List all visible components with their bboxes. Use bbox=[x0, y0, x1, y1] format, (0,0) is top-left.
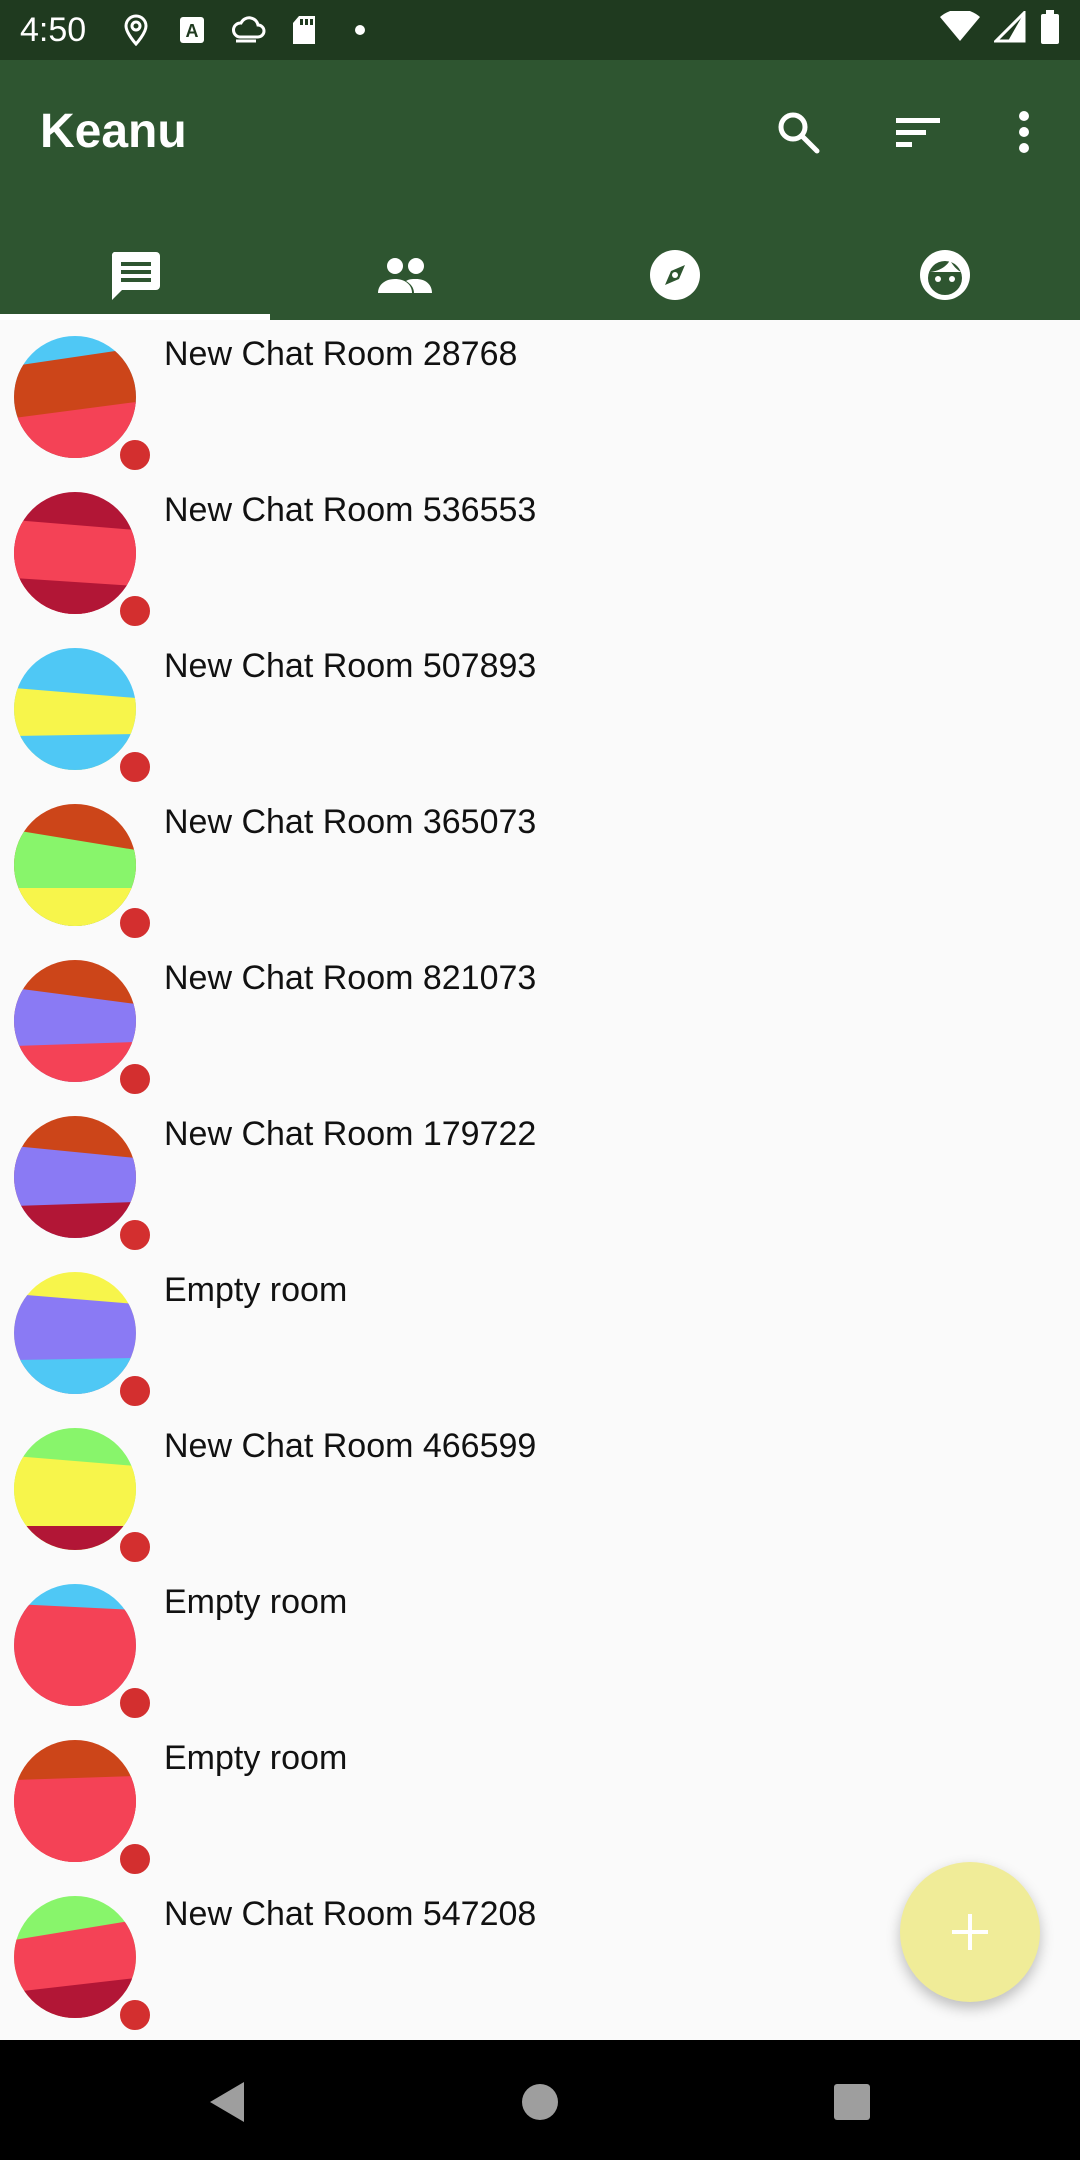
app-bar: Keanu bbox=[0, 60, 1080, 320]
room-avatar bbox=[14, 804, 136, 926]
unread-indicator bbox=[118, 1374, 152, 1408]
more-options-button[interactable] bbox=[992, 100, 1056, 164]
room-avatar bbox=[14, 492, 136, 614]
room-name: New Chat Room 507893 bbox=[164, 647, 537, 685]
room-row[interactable]: New Chat Room 28768 bbox=[0, 320, 1080, 476]
room-row[interactable]: New Chat Room 179722 bbox=[0, 1100, 1080, 1256]
plus-icon bbox=[952, 1914, 988, 1950]
room-avatar bbox=[14, 1428, 136, 1550]
room-name: New Chat Room 466599 bbox=[164, 1427, 537, 1465]
unread-indicator bbox=[118, 1686, 152, 1720]
unread-indicator bbox=[118, 1530, 152, 1564]
room-row[interactable]: New Chat Room 507893 bbox=[0, 632, 1080, 788]
cloud-sync-icon bbox=[230, 12, 266, 48]
back-button[interactable] bbox=[196, 2070, 260, 2134]
unread-indicator bbox=[118, 750, 152, 784]
room-name: New Chat Room 536553 bbox=[164, 491, 537, 529]
room-avatar bbox=[14, 1896, 136, 2018]
people-icon bbox=[378, 258, 432, 293]
home-button[interactable] bbox=[508, 2070, 572, 2134]
room-row[interactable]: Empty room bbox=[0, 1724, 1080, 1880]
room-avatar bbox=[14, 1584, 136, 1706]
room-row[interactable]: New Chat Room 365073 bbox=[0, 788, 1080, 944]
room-row[interactable]: Empty room bbox=[0, 1256, 1080, 1412]
room-name: Empty room bbox=[164, 1739, 348, 1777]
room-avatar bbox=[14, 336, 136, 458]
tab-bar bbox=[0, 230, 1080, 320]
recents-button[interactable] bbox=[820, 2070, 884, 2134]
room-row[interactable]: New Chat Room 821073 bbox=[0, 944, 1080, 1100]
tab-profile[interactable] bbox=[810, 230, 1080, 320]
status-bar: 4:50 A bbox=[0, 0, 1080, 60]
room-avatar bbox=[14, 1740, 136, 1862]
app-title: Keanu bbox=[40, 105, 187, 158]
room-avatar bbox=[14, 1116, 136, 1238]
navigation-bar bbox=[0, 2040, 1080, 2160]
room-name: New Chat Room 28768 bbox=[164, 335, 518, 373]
tab-explore[interactable] bbox=[540, 230, 810, 320]
svg-text:A: A bbox=[186, 21, 199, 41]
room-avatar bbox=[14, 960, 136, 1082]
sort-icon bbox=[896, 118, 940, 147]
room-name: New Chat Room 547208 bbox=[164, 1895, 537, 1933]
room-name: New Chat Room 821073 bbox=[164, 959, 537, 997]
status-time: 4:50 bbox=[20, 11, 87, 49]
room-avatar bbox=[14, 648, 136, 770]
recents-icon bbox=[834, 2084, 870, 2120]
compass-icon bbox=[650, 250, 700, 300]
signal-icon bbox=[992, 9, 1026, 48]
tab-chats[interactable] bbox=[0, 230, 270, 320]
unread-indicator bbox=[118, 438, 152, 472]
back-icon bbox=[210, 2082, 244, 2122]
chat-icon bbox=[111, 252, 160, 300]
room-name: New Chat Room 179722 bbox=[164, 1115, 537, 1153]
sd-card-icon bbox=[286, 12, 322, 48]
tab-contacts[interactable] bbox=[270, 230, 540, 320]
battery-icon bbox=[1040, 10, 1060, 49]
unread-indicator bbox=[118, 1062, 152, 1096]
room-row[interactable]: New Chat Room 466599 bbox=[0, 1412, 1080, 1568]
room-avatar bbox=[14, 1272, 136, 1394]
location-icon bbox=[118, 12, 154, 48]
room-list: New Chat Room 28768 New Chat Room 536553 N… bbox=[0, 320, 1080, 2040]
room-row[interactable]: New Chat Room 536553 bbox=[0, 476, 1080, 632]
sort-button[interactable] bbox=[886, 100, 950, 164]
unread-indicator bbox=[118, 906, 152, 940]
home-icon bbox=[522, 2084, 558, 2120]
room-name: Empty room bbox=[164, 1271, 348, 1309]
unread-indicator bbox=[118, 594, 152, 628]
face-icon bbox=[920, 250, 970, 300]
room-name: Empty room bbox=[164, 1583, 348, 1621]
unread-indicator bbox=[118, 1218, 152, 1252]
wifi-icon bbox=[940, 9, 980, 48]
a-icon: A bbox=[174, 12, 210, 48]
search-button[interactable] bbox=[766, 100, 830, 164]
new-room-button[interactable] bbox=[900, 1862, 1040, 2002]
unread-indicator bbox=[118, 1998, 152, 2032]
room-name: New Chat Room 365073 bbox=[164, 803, 537, 841]
more-vert-icon bbox=[1019, 111, 1029, 153]
room-row[interactable]: Empty room bbox=[0, 1568, 1080, 1724]
unread-indicator bbox=[118, 1842, 152, 1876]
dot-icon bbox=[342, 12, 378, 48]
search-icon bbox=[778, 112, 820, 154]
